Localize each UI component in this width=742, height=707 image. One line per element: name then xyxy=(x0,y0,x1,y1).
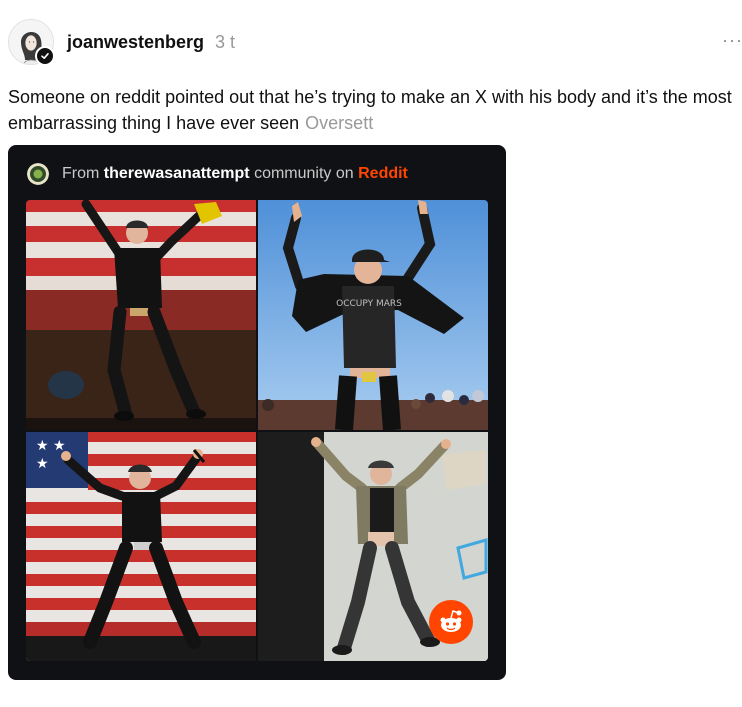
svg-text:★: ★ xyxy=(36,456,49,472)
translate-link[interactable]: Oversett xyxy=(305,113,373,133)
community-name[interactable]: therewasanattempt xyxy=(104,165,250,183)
photo-top-left[interactable] xyxy=(26,200,256,430)
source-prefix: From xyxy=(62,165,100,182)
embed-source-header: From therewasanattempt community on Redd… xyxy=(27,163,408,185)
checkmark-icon xyxy=(41,53,49,59)
reddit-embed-card[interactable]: From therewasanattempt community on Redd… xyxy=(8,145,506,680)
person-jumping-stage-icon xyxy=(26,200,256,430)
photo-grid[interactable]: OCCUPY MARS ★ ★ ★ xyxy=(26,200,488,661)
author-username[interactable]: joanwestenberg xyxy=(67,32,204,53)
post-timestamp[interactable]: 3 t xyxy=(215,32,235,53)
photo-top-right[interactable]: OCCUPY MARS xyxy=(258,200,488,430)
photo-bottom-left[interactable]: ★ ★ ★ xyxy=(26,432,256,661)
person-x-pose-flag-icon: ★ ★ ★ xyxy=(26,432,256,661)
community-badge-icon xyxy=(27,163,49,185)
source-middle: community on xyxy=(254,165,354,182)
shirt-text: OCCUPY MARS xyxy=(336,299,402,309)
reddit-snoo-icon xyxy=(429,600,473,644)
post-body: Someone on reddit pointed out that he’s … xyxy=(8,84,736,136)
snoo-icon xyxy=(440,610,462,632)
verified-badge xyxy=(35,46,55,66)
person-jumping-sky-icon: OCCUPY MARS xyxy=(258,200,488,430)
platform-name[interactable]: Reddit xyxy=(358,165,408,183)
svg-text:★ ★: ★ ★ xyxy=(36,438,66,454)
more-options-icon[interactable]: ··· xyxy=(722,30,742,51)
